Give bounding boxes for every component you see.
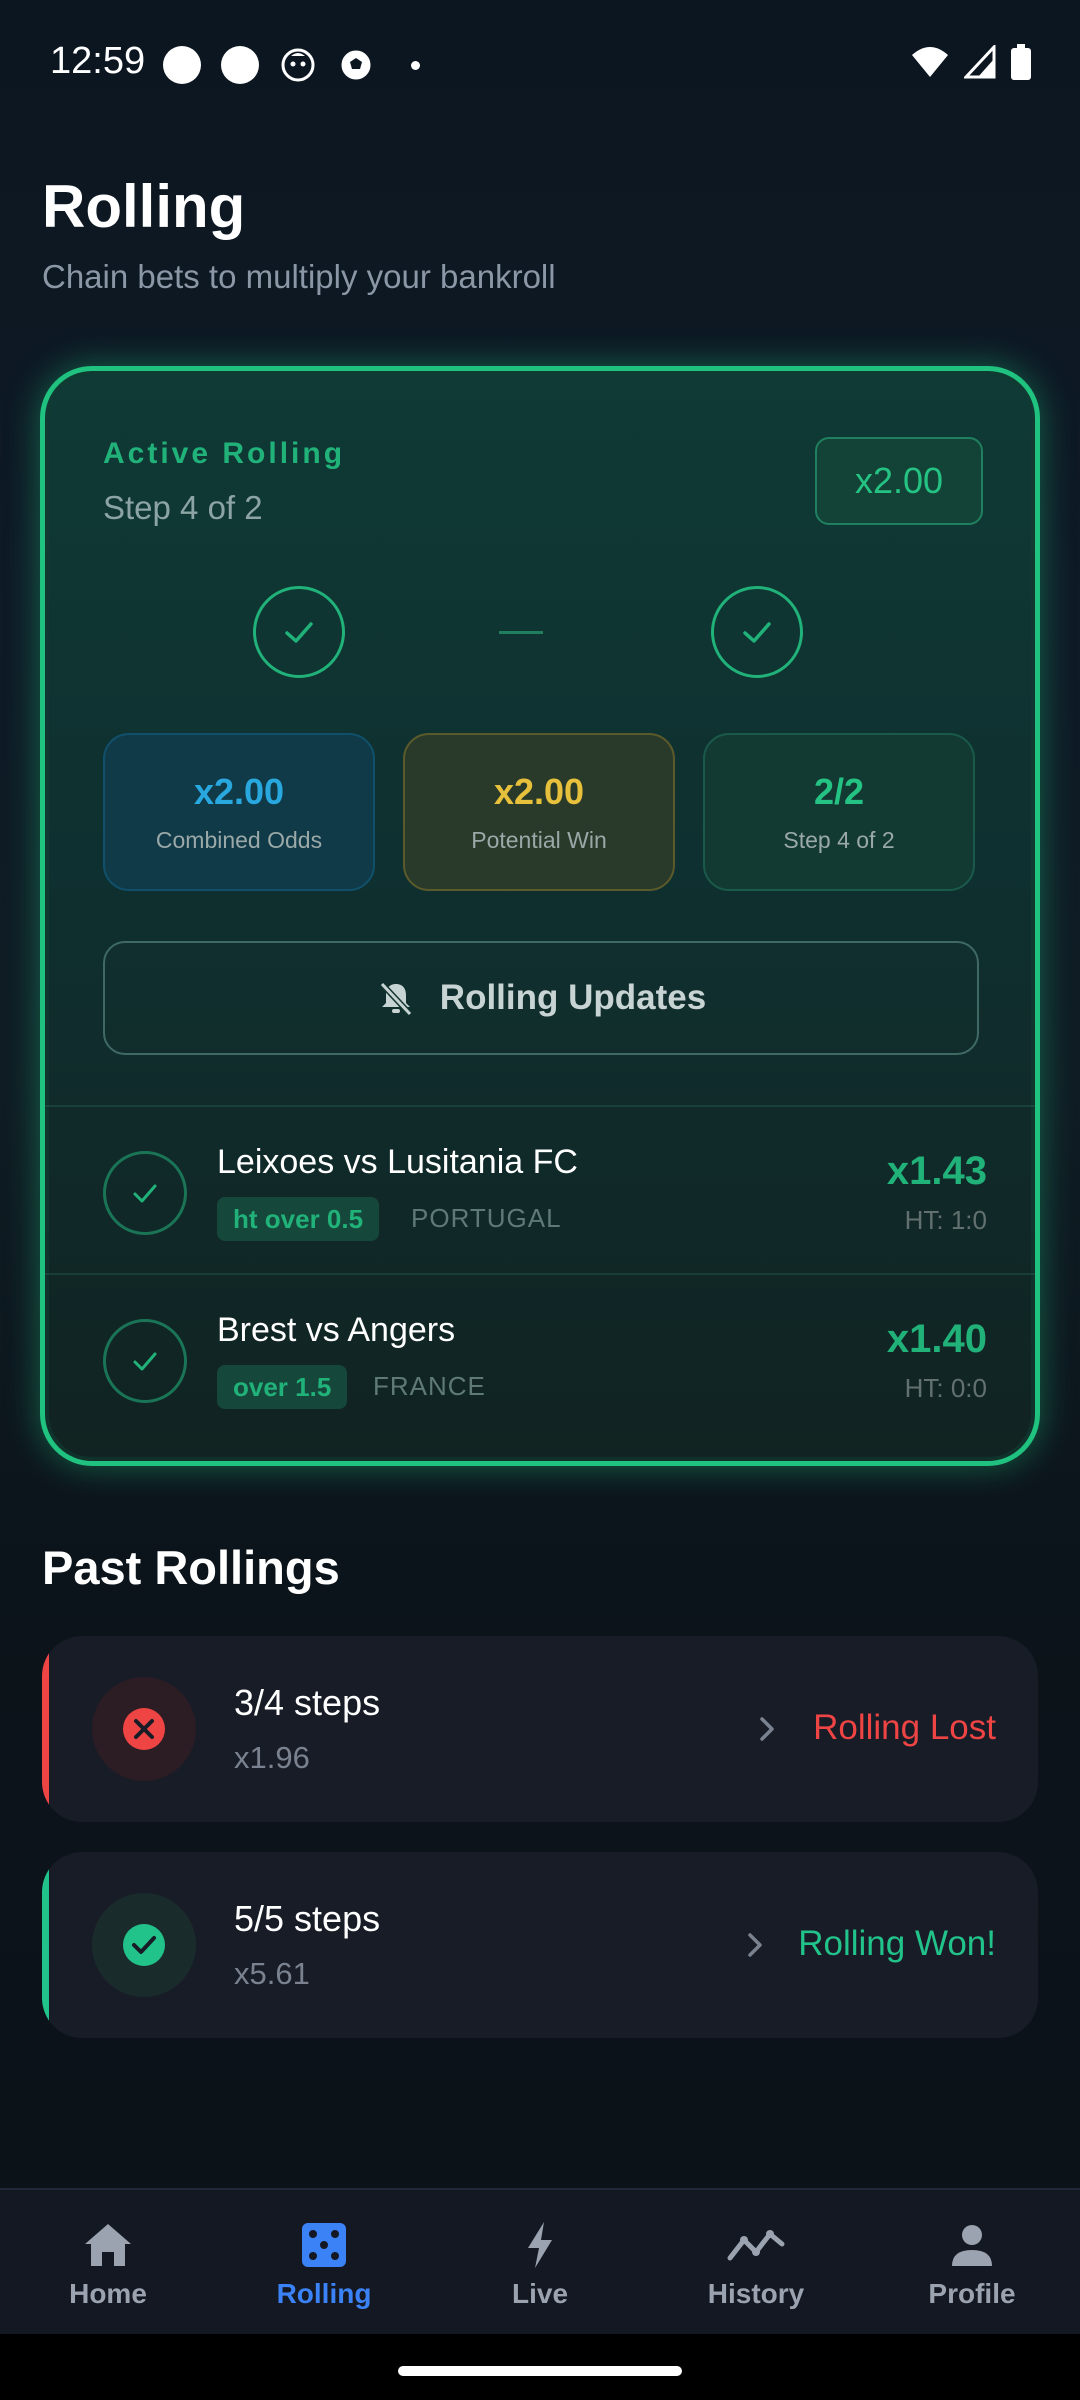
won-status-badge: [92, 1893, 196, 1997]
system-icons: [910, 44, 1032, 80]
page-title: Rolling: [42, 173, 246, 240]
nav-item-rolling[interactable]: Rolling: [244, 2220, 404, 2310]
combined-odds-stat: x2.00 Combined Odds: [103, 733, 375, 891]
step-completed-indicator: [253, 586, 345, 678]
chevron-right-icon: [760, 1717, 774, 1741]
soccer-ball-icon: [337, 46, 375, 84]
past-rolling-card[interactable]: 5/5 steps x5.61 Rolling Won!: [42, 1852, 1038, 2038]
stat-label: Step 4 of 2: [783, 826, 895, 853]
check-icon: [133, 1352, 157, 1371]
bet-country: FRANCE: [373, 1371, 486, 1401]
nav-label: Live: [511, 2278, 569, 2309]
nav-label: History: [707, 2278, 805, 2309]
bet-row[interactable]: Leixoes vs Lusitania FC ht over 0.5 PORT…: [45, 1105, 1035, 1273]
past-multiplier: x1.96: [234, 1740, 310, 1775]
battery-icon: [1011, 44, 1031, 80]
stat-value: x2.00: [193, 770, 285, 812]
bet-match-name: Brest vs Angers: [217, 1311, 456, 1349]
nav-label: Profile: [928, 2278, 1016, 2309]
rolling-updates-button[interactable]: Rolling Updates: [103, 941, 979, 1055]
stat-label: Combined Odds: [155, 826, 323, 853]
bet-status-indicator: [103, 1319, 187, 1403]
notification-icons: [163, 46, 420, 84]
step-progress-stat: 2/2 Step 4 of 2: [703, 733, 975, 891]
bolt-icon: [528, 2222, 552, 2268]
nav-item-profile[interactable]: Profile: [892, 2220, 1052, 2310]
bet-odds: x1.43: [886, 1149, 987, 1193]
more-notifications-dot-icon: [411, 60, 420, 70]
bet-halftime-score: HT: 1:0: [904, 1205, 987, 1235]
home-gesture-handle[interactable]: [398, 2366, 682, 2376]
page-subtitle: Chain bets to multiply your bankroll: [42, 258, 556, 295]
status-time: 12:59: [50, 40, 146, 82]
nav-item-live[interactable]: Live: [460, 2220, 620, 2310]
dice-icon: [302, 2223, 346, 2267]
bet-halftime-score: HT: 0:0: [904, 1373, 987, 1403]
trend-icon: [727, 2230, 785, 2261]
step-connector: [499, 631, 543, 634]
past-status-label: Rolling Won!: [798, 1924, 996, 1963]
step-completed-indicator: [711, 586, 803, 678]
app-face-icon: [279, 46, 317, 84]
bet-odds: x1.40: [886, 1317, 987, 1361]
active-rolling-card[interactable]: Active Rolling Step 4 of 2 x2.00 x2.00 C…: [40, 366, 1040, 1466]
bet-status-indicator: [103, 1151, 187, 1235]
nav-label: Home: [69, 2278, 147, 2309]
rolling-updates-label: Rolling Updates: [439, 978, 707, 1017]
status-accent-bar: [42, 1852, 49, 2038]
bet-market-tag: over 1.5: [217, 1365, 348, 1409]
wifi-icon: [912, 47, 948, 77]
active-multiplier-badge: x2.00: [815, 437, 983, 525]
active-rolling-label: Active Rolling: [103, 437, 346, 470]
past-rollings-title: Past Rollings: [42, 1541, 340, 1594]
bet-match-name: Leixoes vs Lusitania FC: [217, 1143, 578, 1181]
stat-value: x2.00: [493, 770, 585, 812]
active-step-text: Step 4 of 2: [103, 489, 263, 526]
potential-win-stat: x2.00 Potential Win: [403, 733, 675, 891]
past-rolling-card[interactable]: 3/4 steps x1.96 Rolling Lost: [42, 1636, 1038, 1822]
nav-item-home[interactable]: Home: [28, 2220, 188, 2310]
bet-row[interactable]: Brest vs Angers over 1.5 FRANCE x1.40 HT…: [45, 1273, 1035, 1441]
check-icon: [133, 1184, 157, 1203]
nav-item-history[interactable]: History: [676, 2220, 836, 2310]
past-steps: 5/5 steps: [234, 1898, 381, 1939]
status-accent-bar: [42, 1636, 49, 1822]
check-icon: [285, 622, 313, 643]
past-multiplier: x5.61: [234, 1956, 310, 1991]
notification-dot-icon: [163, 46, 201, 84]
past-status-label: Rolling Lost: [813, 1708, 996, 1747]
signal-icon: [964, 45, 996, 79]
status-bar: 12:59: [0, 0, 1080, 130]
stat-value: 2/2: [813, 770, 865, 812]
home-icon: [85, 2224, 131, 2266]
notification-dot-icon: [221, 46, 259, 84]
nav-label: Rolling: [276, 2278, 372, 2309]
cross-circle-icon: [123, 1708, 165, 1750]
bet-country: PORTUGAL: [411, 1203, 562, 1233]
check-circle-icon: [123, 1924, 165, 1966]
past-steps: 3/4 steps: [234, 1682, 381, 1723]
person-icon: [952, 2225, 992, 2266]
chevron-right-icon: [748, 1933, 762, 1957]
stat-label: Potential Win: [471, 826, 607, 853]
check-icon: [743, 622, 771, 643]
bell-off-icon: [379, 981, 412, 1017]
lost-status-badge: [92, 1677, 196, 1781]
bottom-navigation: Home Rolling Live History Profile: [0, 2188, 1080, 2334]
bet-market-tag: ht over 0.5: [217, 1197, 380, 1241]
